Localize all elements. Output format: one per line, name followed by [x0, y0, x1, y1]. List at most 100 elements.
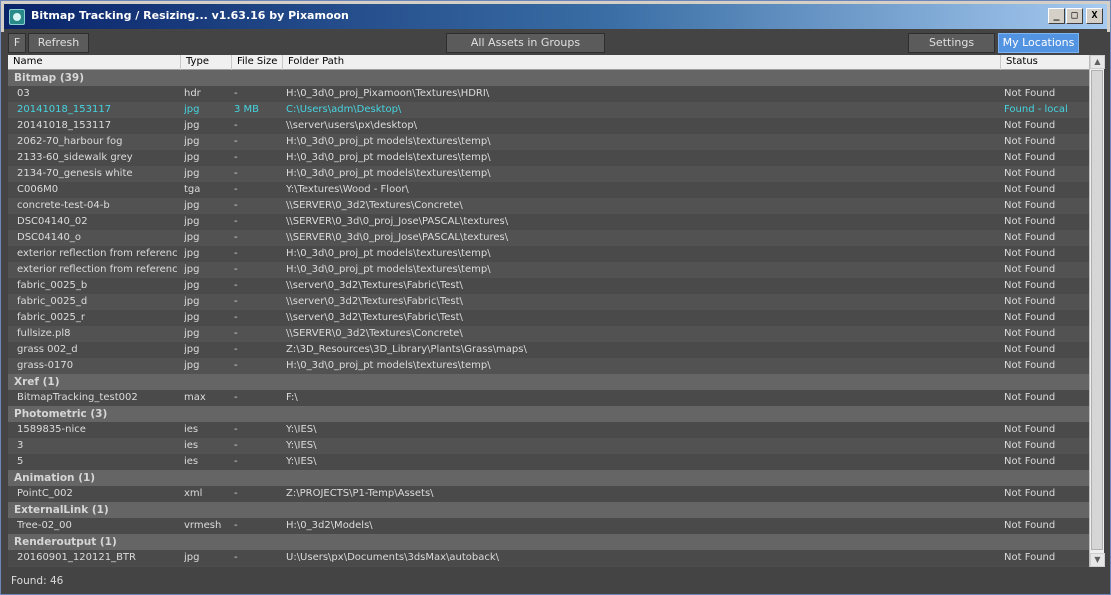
cell-file-size: -	[234, 136, 238, 147]
group-header-row[interactable]: Animation (1)	[8, 470, 1089, 486]
cell-file-size: -	[234, 168, 238, 179]
cell-status: Not Found	[1004, 392, 1056, 403]
table-row[interactable]: grass 002_d jpg - Z:\3D_Resources\3D_Librar…	[8, 342, 1089, 358]
table-row[interactable]: 03 hdr - H:\0_3d\0_proj_Pixamoon\Textures\H…	[8, 86, 1089, 102]
table-row[interactable]: 1589835-nice ies - Y:\IES\ Not Found	[8, 422, 1089, 438]
cell-folder-path: H:\0_3d\0_proj_pt models\textures\temp\	[286, 152, 491, 163]
cell-folder-path: Z:\3D_Resources\3D_Library\Plants\Grass\…	[286, 344, 527, 355]
cell-type: jpg	[184, 296, 200, 307]
cell-status: Not Found	[1004, 520, 1056, 531]
cell-file-size: -	[234, 552, 238, 563]
cell-file-size: -	[234, 280, 238, 291]
table-row[interactable]: grass-0170 jpg - H:\0_3d\0_proj_pt models\t…	[8, 358, 1089, 374]
cell-type: jpg	[184, 328, 200, 339]
group-header-row[interactable]: Renderoutput (1)	[8, 534, 1089, 550]
cell-name: DSC04140_o	[17, 232, 81, 243]
cell-folder-path: \\SERVER\0_3d2\Textures\Concrete\	[286, 328, 463, 339]
table-row[interactable]: 3 ies - Y:\IES\ Not Found	[8, 438, 1089, 454]
column-header-type[interactable]: Type	[181, 55, 232, 70]
cell-name: 1589835-nice	[17, 424, 86, 435]
cell-name: 3	[17, 440, 24, 451]
app-window: Bitmap Tracking / Resizing... v1.63.16 b…	[0, 0, 1111, 595]
cell-name: fullsize.pl8	[17, 328, 71, 339]
cell-name: 20141018_153117	[17, 120, 112, 131]
cell-folder-path: Y:\Textures\Wood - Floor\	[286, 184, 409, 195]
maximize-button[interactable]: □	[1066, 8, 1083, 24]
my-locations-button[interactable]: My Locations	[998, 33, 1079, 53]
cell-folder-path: C:\Users\adm\Desktop\	[286, 104, 402, 115]
f-button[interactable]: F	[8, 33, 26, 53]
cell-folder-path: H:\0_3d\0_proj_pt models\textures\temp\	[286, 264, 491, 275]
table-row[interactable]: DSC04140_02 jpg - \\SERVER\0_3d\0_proj_Jose…	[8, 214, 1089, 230]
group-title: ExternalLink (1)	[14, 504, 109, 516]
table-row[interactable]: C006M0 tga - Y:\Textures\Wood - Floor\ Not F…	[8, 182, 1089, 198]
table-row[interactable]: fabric_0025_d jpg - \\server\0_3d2\Textures…	[8, 294, 1089, 310]
cell-status: Not Found	[1004, 456, 1056, 467]
settings-button[interactable]: Settings	[908, 33, 995, 53]
cell-folder-path: H:\0_3d\0_proj_pt models\textures\temp\	[286, 248, 491, 259]
vertical-scrollbar[interactable]: ▲ ▼	[1089, 55, 1105, 567]
table-row[interactable]: 2133-60_sidewalk grey jpg - H:\0_3d\0_proj_…	[8, 150, 1089, 166]
table-row[interactable]: 20141018_153117 jpg - \\server\users\px\des…	[8, 118, 1089, 134]
scroll-down-icon[interactable]: ▼	[1090, 553, 1105, 567]
cell-type: jpg	[184, 344, 200, 355]
cell-status: Not Found	[1004, 552, 1056, 563]
cell-name: fabric_0025_b	[17, 280, 88, 291]
table-row[interactable]: fullsize.pl8 jpg - \\SERVER\0_3d2\Textures\…	[8, 326, 1089, 342]
cell-status: Not Found	[1004, 296, 1056, 307]
cell-name: DSC04140_02	[17, 216, 88, 227]
cell-folder-path: \\SERVER\0_3d\0_proj_Jose\PASCAL\texture…	[286, 216, 509, 227]
group-header-row[interactable]: Photometric (3)	[8, 406, 1089, 422]
column-header-name[interactable]: Name	[8, 55, 181, 70]
cell-folder-path: H:\0_3d\0_proj_pt models\textures\temp\	[286, 136, 491, 147]
cell-status: Not Found	[1004, 344, 1056, 355]
group-title: Animation (1)	[14, 472, 96, 484]
cell-status: Not Found	[1004, 136, 1056, 147]
all-assets-in-groups-button[interactable]: All Assets in Groups	[446, 33, 605, 53]
table-row[interactable]: exterior reflection from referenc... jpg -…	[8, 262, 1089, 278]
group-header-row[interactable]: Bitmap (39)	[8, 70, 1089, 86]
group-header-row[interactable]: Xref (1)	[8, 374, 1089, 390]
cell-folder-path: H:\0_3d\0_proj_pt models\textures\temp\	[286, 168, 491, 179]
table-row[interactable]: 2062-70_harbour fog jpg - H:\0_3d\0_proj_pt…	[8, 134, 1089, 150]
scroll-up-icon[interactable]: ▲	[1090, 55, 1105, 69]
table-row[interactable]: 20141018_153117 jpg 3 MB C:\Users\adm\Deskt…	[8, 102, 1089, 118]
group-header-row[interactable]: ExternalLink (1)	[8, 502, 1089, 518]
table-row[interactable]: concrete-test-04-b jpg - \\SERVER\0_3d2\Tex…	[8, 198, 1089, 214]
table-row[interactable]: BitmapTracking_test002 max - F:\ Not Found	[8, 390, 1089, 406]
title-bar[interactable]: Bitmap Tracking / Resizing... v1.63.16 b…	[1, 1, 1110, 32]
refresh-button[interactable]: Refresh	[28, 33, 89, 53]
cell-name: concrete-test-04-b	[17, 200, 110, 211]
cell-folder-path: Z:\PROJECTS\P1-Temp\Assets\	[286, 488, 434, 499]
table-row[interactable]: DSC04140_o jpg - \\SERVER\0_3d\0_proj_Jose\…	[8, 230, 1089, 246]
table-row[interactable]: PointC_002 xml - Z:\PROJECTS\P1-Temp\Assets…	[8, 486, 1089, 502]
table-row[interactable]: fabric_0025_r jpg - \\server\0_3d2\Textures…	[8, 310, 1089, 326]
scroll-thumb[interactable]	[1091, 70, 1103, 550]
column-header-file-size[interactable]: File Size	[232, 55, 283, 70]
cell-file-size: -	[234, 344, 238, 355]
column-header-folder-path[interactable]: Folder Path	[283, 55, 1001, 70]
minimize-button[interactable]: _	[1048, 8, 1065, 24]
table-row[interactable]: 5 ies - Y:\IES\ Not Found	[8, 454, 1089, 470]
cell-name: 20160901_120121_BTR	[17, 552, 136, 563]
cell-file-size: -	[234, 120, 238, 131]
column-header-status[interactable]: Status	[1001, 55, 1089, 70]
cell-folder-path: \\server\users\px\desktop\	[286, 120, 418, 131]
table-row[interactable]: fabric_0025_b jpg - \\server\0_3d2\Textures…	[8, 278, 1089, 294]
cell-file-size: -	[234, 328, 238, 339]
cell-file-size: -	[234, 312, 238, 323]
table-row[interactable]: 2134-70_genesis white jpg - H:\0_3d\0_proj_…	[8, 166, 1089, 182]
table-row[interactable]: exterior reflection from referenc... jpg -…	[8, 246, 1089, 262]
table-row[interactable]: Tree-02_00 vrmesh - H:\0_3d2\Models\ Not Fou…	[8, 518, 1089, 534]
table-row[interactable]: 20160901_120121_BTR jpg - U:\Users\px\Docum…	[8, 550, 1089, 566]
cell-status: Not Found	[1004, 88, 1056, 99]
cell-type: jpg	[184, 552, 200, 563]
cell-type: tga	[184, 184, 201, 195]
table-header: Name Type File Size Folder Path Status	[8, 55, 1089, 70]
cell-status: Not Found	[1004, 264, 1056, 275]
cell-type: jpg	[184, 232, 200, 243]
cell-type: jpg	[184, 200, 200, 211]
cell-type: max	[184, 392, 206, 403]
close-button[interactable]: X	[1086, 8, 1103, 24]
table-body: Bitmap (39) 03 hdr - H:\0_3d\0_proj_Pixamoon…	[8, 70, 1089, 566]
